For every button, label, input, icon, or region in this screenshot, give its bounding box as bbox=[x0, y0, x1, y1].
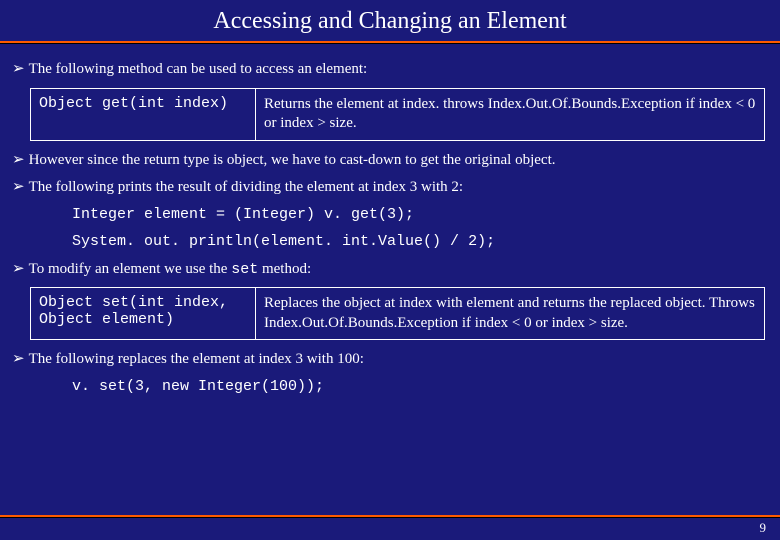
table-row: Object get(int index) Returns the elemen… bbox=[31, 88, 765, 140]
bullet-4-pre: To modify an element we use the bbox=[29, 261, 232, 277]
page-number: 9 bbox=[760, 520, 767, 536]
bullet-5-text: The following replaces the element at in… bbox=[29, 350, 364, 370]
code-snippet-1: Integer element = (Integer) v. get(3); bbox=[72, 206, 768, 223]
bullet-5: ➢ The following replaces the element at … bbox=[12, 350, 768, 370]
method-table-get: Object get(int index) Returns the elemen… bbox=[30, 88, 765, 141]
bullet-4: ➢ To modify an element we use the set me… bbox=[12, 260, 768, 280]
set-signature: Object set(int index, Object element) bbox=[31, 288, 256, 340]
arrow-icon: ➢ bbox=[12, 60, 25, 78]
arrow-icon: ➢ bbox=[12, 350, 25, 368]
bullet-2-text: However since the return type is object,… bbox=[29, 151, 556, 171]
title-area: Accessing and Changing an Element bbox=[0, 0, 780, 39]
bullet-2: ➢ However since the return type is objec… bbox=[12, 151, 768, 171]
bullet-3-text: The following prints the result of divid… bbox=[29, 178, 464, 198]
arrow-icon: ➢ bbox=[12, 178, 25, 196]
bullet-4-code: set bbox=[231, 261, 258, 278]
bullet-4-text: To modify an element we use the set meth… bbox=[29, 260, 312, 280]
table-row: Object set(int index, Object element) Re… bbox=[31, 288, 765, 340]
bullet-3: ➢ The following prints the result of div… bbox=[12, 178, 768, 198]
arrow-icon: ➢ bbox=[12, 260, 25, 278]
slide-title: Accessing and Changing an Element bbox=[0, 8, 780, 35]
method-table-set: Object set(int index, Object element) Re… bbox=[30, 287, 765, 340]
content-area: ➢ The following method can be used to ac… bbox=[0, 44, 780, 395]
set-description: Replaces the object at index with elemen… bbox=[256, 288, 765, 340]
bullet-4-post: method: bbox=[258, 261, 311, 277]
get-description: Returns the element at index. throws Ind… bbox=[256, 88, 765, 140]
code-snippet-2: System. out. println(element. int.Value(… bbox=[72, 233, 768, 250]
code-snippet-3: v. set(3, new Integer(100)); bbox=[72, 378, 768, 395]
get-signature: Object get(int index) bbox=[31, 88, 256, 140]
footer-divider bbox=[0, 515, 780, 518]
arrow-icon: ➢ bbox=[12, 151, 25, 169]
bullet-1: ➢ The following method can be used to ac… bbox=[12, 60, 768, 80]
bullet-1-text: The following method can be used to acce… bbox=[29, 60, 368, 80]
